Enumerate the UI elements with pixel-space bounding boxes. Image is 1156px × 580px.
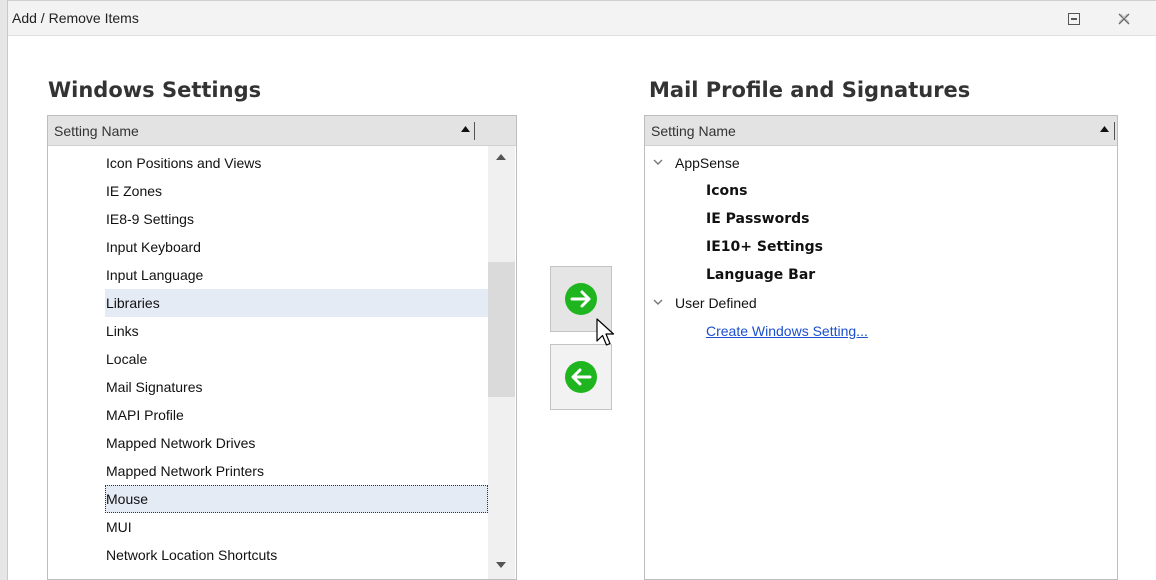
- close-icon: [1118, 13, 1130, 25]
- tree-child-item[interactable]: Language Bar: [706, 261, 815, 289]
- arrow-right-icon: [565, 283, 597, 315]
- window-left-edge: [0, 0, 8, 580]
- list-item[interactable]: Mapped Network Drives: [106, 429, 255, 457]
- selected-row-highlight: [105, 485, 488, 513]
- close-button[interactable]: [1114, 9, 1134, 29]
- scroll-down-icon[interactable]: [496, 562, 506, 569]
- list-item[interactable]: Locale: [106, 345, 147, 373]
- arrow-left-icon: [565, 361, 597, 393]
- restore-button[interactable]: [1064, 9, 1084, 29]
- mouse-cursor-icon: [596, 318, 615, 346]
- list-item[interactable]: MUI: [106, 513, 132, 541]
- list-item[interactable]: Mouse: [106, 485, 148, 513]
- scrollbar-thumb[interactable]: [488, 262, 515, 397]
- restore-icon: [1068, 13, 1080, 25]
- chevron-down-icon[interactable]: [653, 157, 663, 167]
- tree-node-user-defined[interactable]: User Defined: [645, 289, 1045, 317]
- window-title: Add / Remove Items: [12, 10, 139, 26]
- list-item[interactable]: Libraries: [106, 289, 160, 317]
- selected-settings-tree[interactable]: Setting Name AppSense Icons IE Passwords…: [644, 115, 1118, 580]
- column-separator[interactable]: [474, 122, 475, 140]
- column-header[interactable]: Setting Name: [48, 116, 516, 146]
- tree-child-item[interactable]: Icons: [706, 177, 747, 205]
- tree-child-item[interactable]: IE10+ Settings: [706, 233, 823, 261]
- sort-ascending-icon: [1100, 126, 1109, 132]
- column-header-label: Setting Name: [54, 123, 139, 139]
- title-bar: Add / Remove Items: [8, 0, 1156, 36]
- tree-node-appsense[interactable]: AppSense: [645, 149, 1045, 177]
- list-item[interactable]: Network Location Shortcuts: [106, 541, 277, 569]
- chevron-down-icon[interactable]: [653, 297, 663, 307]
- list-item[interactable]: Icon Positions and Views: [106, 149, 261, 177]
- vertical-scrollbar[interactable]: [488, 146, 515, 579]
- list-item[interactable]: Input Language: [106, 261, 203, 289]
- list-item[interactable]: Input Keyboard: [106, 233, 201, 261]
- mail-profile-heading: Mail Profile and Signatures: [649, 78, 971, 102]
- tree-child-item[interactable]: IE Passwords: [706, 205, 809, 233]
- column-separator[interactable]: [1114, 122, 1115, 140]
- windows-settings-heading: Windows Settings: [48, 78, 262, 102]
- tree-node-label: User Defined: [675, 295, 757, 311]
- create-windows-setting-link[interactable]: Create Windows Setting...: [706, 317, 868, 345]
- list-item[interactable]: Mail Signatures: [106, 373, 203, 401]
- add-remove-items-dialog: Add / Remove Items Windows Settings Sett…: [0, 0, 1156, 580]
- list-item[interactable]: Mapped Network Printers: [106, 457, 264, 485]
- scroll-up-icon[interactable]: [496, 154, 506, 161]
- list-item[interactable]: MAPI Profile: [106, 401, 184, 429]
- column-header-label: Setting Name: [651, 123, 736, 139]
- sort-ascending-icon: [461, 126, 470, 132]
- tree-node-label: AppSense: [675, 155, 740, 171]
- remove-item-button[interactable]: [550, 344, 612, 410]
- hover-row-highlight: [105, 289, 488, 317]
- list-item[interactable]: IE8-9 Settings: [106, 205, 194, 233]
- list-item[interactable]: Links: [106, 317, 139, 345]
- list-item[interactable]: IE Zones: [106, 177, 162, 205]
- column-header[interactable]: Setting Name: [645, 116, 1117, 146]
- available-settings-list[interactable]: Setting Name Icon Positions and Views IE…: [47, 115, 517, 580]
